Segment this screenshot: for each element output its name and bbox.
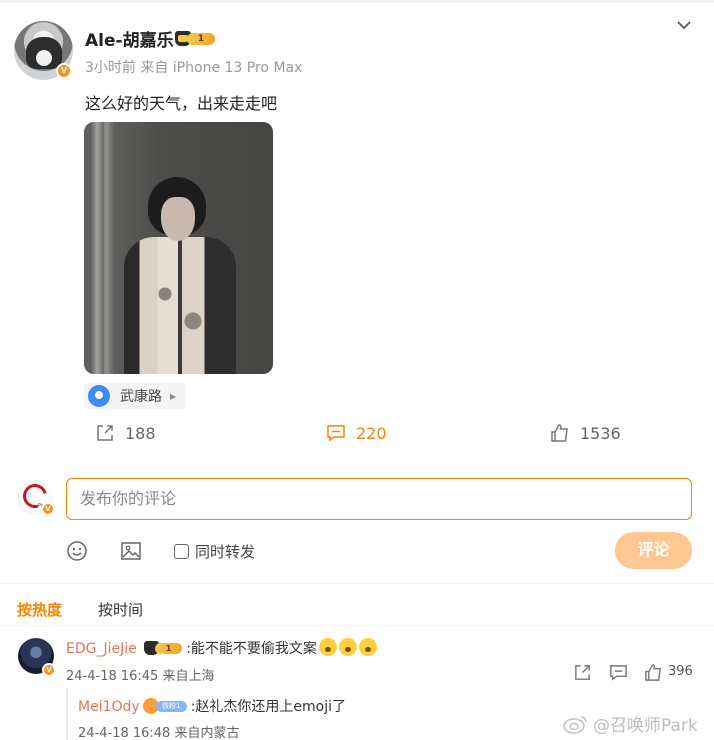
reply-indent-bar — [66, 688, 68, 740]
commenter-name[interactable]: EDG_JieJie — [66, 641, 137, 657]
comment-meta: 24-4-18 16:45 来自上海 — [66, 669, 215, 684]
comment-line: EDG_JieJie 1 :能不能不要偷我文案 — [66, 638, 377, 658]
crown-level-icon: 1 — [175, 30, 217, 47]
location-tag[interactable]: 武康路 ▶ — [84, 383, 187, 409]
watermark-text: @召唤师Park — [593, 716, 698, 736]
verified-badge-icon: V — [56, 63, 72, 79]
my-verified-badge-icon: V — [41, 502, 55, 516]
repost-checkbox[interactable]: 同时转发 — [174, 541, 255, 562]
comment-icon[interactable] — [609, 663, 628, 682]
reply-text: :赵礼杰你还用上emoji了 — [190, 699, 346, 715]
weibo-logo-icon — [563, 715, 587, 734]
checkbox[interactable] — [174, 544, 189, 559]
location-pin-icon — [88, 385, 110, 407]
reply-user-name[interactable]: Mei1Ody — [78, 699, 140, 715]
laughing-emoji-icon — [358, 638, 377, 656]
fan-badge: 铁粉1 — [142, 698, 187, 714]
post-meta: 3小时前 来自 iPhone 13 Pro Max — [85, 60, 303, 76]
author-name[interactable]: Ale-胡嘉乐 — [85, 26, 174, 51]
repost-button[interactable]: 188 — [95, 421, 156, 445]
post-image[interactable] — [84, 122, 273, 374]
like-count: 1536 — [580, 423, 621, 443]
chevron-down-icon[interactable] — [676, 18, 692, 32]
commenter-verified-badge-icon: V — [42, 663, 56, 677]
comment-input[interactable]: 发布你的评论 — [66, 478, 692, 520]
repost-label: 同时转发 — [195, 543, 256, 561]
reply-line: Mei1Ody 铁粉1:赵礼杰你还用上emoji了 — [78, 696, 346, 716]
repost-count: 188 — [125, 423, 156, 443]
divider — [0, 625, 714, 626]
comment-icon — [327, 425, 345, 442]
emoji-icon[interactable] — [66, 540, 88, 562]
share-icon — [97, 425, 113, 441]
chevron-right-icon: ▶ — [170, 391, 177, 401]
divider — [0, 583, 714, 584]
post-content: 这么好的天气，出来走走吧 — [85, 94, 278, 113]
thumbs-up-icon — [551, 424, 568, 442]
comment-button[interactable]: 220 — [326, 421, 387, 445]
tab-sort-hot[interactable]: 按热度 — [17, 599, 62, 620]
crown-level-icon: 1 — [141, 640, 186, 656]
reply-meta: 24-4-18 16:48 来自内蒙古 — [78, 726, 240, 740]
top-border — [0, 0, 714, 3]
laughing-emoji-icon — [338, 638, 357, 656]
tab-sort-time[interactable]: 按时间 — [98, 599, 143, 620]
share-icon[interactable] — [573, 663, 592, 682]
comment-text: :能不能不要偷我文案 — [186, 641, 317, 657]
location-label: 武康路 — [120, 389, 162, 405]
submit-comment-button[interactable]: 评论 — [615, 532, 692, 569]
comment-like-count: 396 — [668, 664, 693, 679]
comment-count: 220 — [356, 423, 387, 443]
avatar-dog-image — [26, 37, 62, 69]
laughing-emoji-icon — [318, 638, 337, 656]
watermark: @召唤师Park — [563, 711, 698, 736]
image-icon[interactable] — [120, 540, 142, 562]
like-button[interactable]: 1536 — [550, 421, 621, 445]
thumbs-up-icon[interactable] — [644, 663, 663, 682]
